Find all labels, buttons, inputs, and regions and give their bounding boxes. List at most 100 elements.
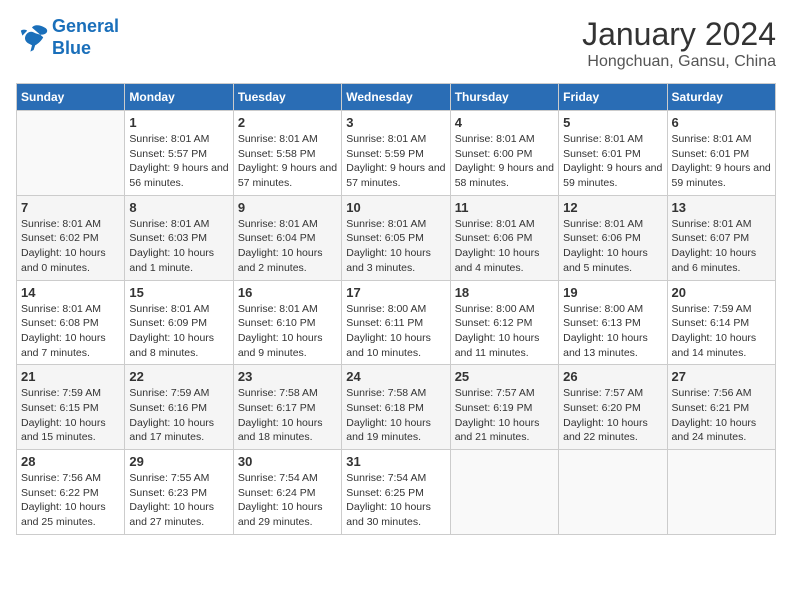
day-cell: 9 Sunrise: 8:01 AMSunset: 6:04 PMDaylight… (233, 195, 341, 280)
logo-icon (16, 24, 48, 52)
day-info: Sunrise: 7:57 AMSunset: 6:19 PMDaylight:… (455, 386, 554, 445)
day-number: 26 (563, 369, 662, 384)
day-cell: 7 Sunrise: 8:01 AMSunset: 6:02 PMDaylight… (17, 195, 125, 280)
day-number: 6 (672, 115, 771, 130)
day-info: Sunrise: 7:59 AMSunset: 6:15 PMDaylight:… (21, 386, 120, 445)
day-cell: 24 Sunrise: 7:58 AMSunset: 6:18 PMDayligh… (342, 365, 450, 450)
day-info: Sunrise: 7:58 AMSunset: 6:18 PMDaylight:… (346, 386, 445, 445)
day-number: 5 (563, 115, 662, 130)
day-number: 7 (21, 200, 120, 215)
page-header: General Blue January 2024 Hongchuan, Gan… (16, 16, 776, 71)
header-friday: Friday (559, 84, 667, 111)
day-info: Sunrise: 8:01 AMSunset: 6:01 PMDaylight:… (563, 132, 662, 191)
day-info: Sunrise: 8:01 AMSunset: 5:57 PMDaylight:… (129, 132, 228, 191)
day-number: 19 (563, 285, 662, 300)
day-cell: 31 Sunrise: 7:54 AMSunset: 6:25 PMDayligh… (342, 450, 450, 535)
day-cell: 30 Sunrise: 7:54 AMSunset: 6:24 PMDayligh… (233, 450, 341, 535)
day-number: 14 (21, 285, 120, 300)
day-info: Sunrise: 8:00 AMSunset: 6:11 PMDaylight:… (346, 302, 445, 361)
day-cell: 8 Sunrise: 8:01 AMSunset: 6:03 PMDaylight… (125, 195, 233, 280)
day-info: Sunrise: 7:55 AMSunset: 6:23 PMDaylight:… (129, 471, 228, 530)
day-cell: 25Sunrise: 7:57 AMSunset: 6:19 PMDayligh… (450, 365, 558, 450)
day-info: Sunrise: 7:54 AMSunset: 6:25 PMDaylight:… (346, 471, 445, 530)
day-number: 8 (129, 200, 228, 215)
day-info: Sunrise: 8:01 AMSunset: 6:05 PMDaylight:… (346, 217, 445, 276)
week-row-3: 14 Sunrise: 8:01 AMSunset: 6:08 PMDayligh… (17, 280, 776, 365)
day-cell (17, 111, 125, 196)
day-number: 31 (346, 454, 445, 469)
day-number: 13 (672, 200, 771, 215)
day-cell: 15Sunrise: 8:01 AMSunset: 6:09 PMDayligh… (125, 280, 233, 365)
header-thursday: Thursday (450, 84, 558, 111)
day-cell: 2Sunrise: 8:01 AMSunset: 5:58 PMDaylight… (233, 111, 341, 196)
day-number: 11 (455, 200, 554, 215)
day-number: 16 (238, 285, 337, 300)
day-number: 23 (238, 369, 337, 384)
header-sunday: Sunday (17, 84, 125, 111)
day-info: Sunrise: 8:01 AMSunset: 6:01 PMDaylight:… (672, 132, 771, 191)
day-number: 27 (672, 369, 771, 384)
day-cell: 29 Sunrise: 7:55 AMSunset: 6:23 PMDayligh… (125, 450, 233, 535)
day-info: Sunrise: 7:56 AMSunset: 6:21 PMDaylight:… (672, 386, 771, 445)
day-cell: 16 Sunrise: 8:01 AMSunset: 6:10 PMDayligh… (233, 280, 341, 365)
day-info: Sunrise: 8:01 AMSunset: 6:08 PMDaylight:… (21, 302, 120, 361)
day-info: Sunrise: 7:57 AMSunset: 6:20 PMDaylight:… (563, 386, 662, 445)
day-number: 20 (672, 285, 771, 300)
day-info: Sunrise: 8:00 AMSunset: 6:13 PMDaylight:… (563, 302, 662, 361)
day-number: 28 (21, 454, 120, 469)
day-number: 3 (346, 115, 445, 130)
week-row-5: 28Sunrise: 7:56 AMSunset: 6:22 PMDayligh… (17, 450, 776, 535)
month-title: January 2024 (582, 16, 776, 53)
day-number: 30 (238, 454, 337, 469)
day-number: 24 (346, 369, 445, 384)
day-number: 29 (129, 454, 228, 469)
day-cell: 22 Sunrise: 7:59 AMSunset: 6:16 PMDayligh… (125, 365, 233, 450)
day-info: Sunrise: 8:01 AMSunset: 6:00 PMDaylight:… (455, 132, 554, 191)
day-number: 17 (346, 285, 445, 300)
day-cell: 1 Sunrise: 8:01 AMSunset: 5:57 PMDaylight… (125, 111, 233, 196)
day-cell: 27 Sunrise: 7:56 AMSunset: 6:21 PMDayligh… (667, 365, 775, 450)
day-number: 4 (455, 115, 554, 130)
day-info: Sunrise: 7:54 AMSunset: 6:24 PMDaylight:… (238, 471, 337, 530)
day-cell: 4 Sunrise: 8:01 AMSunset: 6:00 PMDaylight… (450, 111, 558, 196)
day-info: Sunrise: 8:00 AMSunset: 6:12 PMDaylight:… (455, 302, 554, 361)
day-number: 18 (455, 285, 554, 300)
day-info: Sunrise: 8:01 AMSunset: 6:04 PMDaylight:… (238, 217, 337, 276)
day-number: 15 (129, 285, 228, 300)
day-info: Sunrise: 8:01 AMSunset: 6:03 PMDaylight:… (129, 217, 228, 276)
logo-text: General Blue (52, 16, 119, 59)
day-info: Sunrise: 8:01 AMSunset: 6:06 PMDaylight:… (455, 217, 554, 276)
day-cell: 14 Sunrise: 8:01 AMSunset: 6:08 PMDayligh… (17, 280, 125, 365)
day-number: 12 (563, 200, 662, 215)
day-cell: 23 Sunrise: 7:58 AMSunset: 6:17 PMDayligh… (233, 365, 341, 450)
logo: General Blue (16, 16, 119, 59)
location: Hongchuan, Gansu, China (582, 53, 776, 71)
day-info: Sunrise: 7:59 AMSunset: 6:16 PMDaylight:… (129, 386, 228, 445)
day-cell: 19 Sunrise: 8:00 AMSunset: 6:13 PMDayligh… (559, 280, 667, 365)
header-monday: Monday (125, 84, 233, 111)
day-number: 9 (238, 200, 337, 215)
day-cell: 26 Sunrise: 7:57 AMSunset: 6:20 PMDayligh… (559, 365, 667, 450)
day-cell: 20Sunrise: 7:59 AMSunset: 6:14 PMDayligh… (667, 280, 775, 365)
day-cell: 21Sunrise: 7:59 AMSunset: 6:15 PMDayligh… (17, 365, 125, 450)
day-info: Sunrise: 8:01 AMSunset: 6:07 PMDaylight:… (672, 217, 771, 276)
day-info: Sunrise: 8:01 AMSunset: 6:10 PMDaylight:… (238, 302, 337, 361)
day-cell (450, 450, 558, 535)
day-info: Sunrise: 8:01 AMSunset: 5:59 PMDaylight:… (346, 132, 445, 191)
day-cell: 5 Sunrise: 8:01 AMSunset: 6:01 PMDaylight… (559, 111, 667, 196)
day-cell: 17 Sunrise: 8:00 AMSunset: 6:11 PMDayligh… (342, 280, 450, 365)
header-saturday: Saturday (667, 84, 775, 111)
day-info: Sunrise: 7:58 AMSunset: 6:17 PMDaylight:… (238, 386, 337, 445)
day-cell: 18 Sunrise: 8:00 AMSunset: 6:12 PMDayligh… (450, 280, 558, 365)
day-info: Sunrise: 8:01 AMSunset: 6:02 PMDaylight:… (21, 217, 120, 276)
day-cell: 28Sunrise: 7:56 AMSunset: 6:22 PMDayligh… (17, 450, 125, 535)
day-cell (667, 450, 775, 535)
day-cell: 3 Sunrise: 8:01 AMSunset: 5:59 PMDaylight… (342, 111, 450, 196)
header-row: SundayMondayTuesdayWednesdayThursdayFrid… (17, 84, 776, 111)
header-tuesday: Tuesday (233, 84, 341, 111)
day-number: 22 (129, 369, 228, 384)
day-number: 1 (129, 115, 228, 130)
day-number: 2 (238, 115, 337, 130)
calendar-table: SundayMondayTuesdayWednesdayThursdayFrid… (16, 83, 776, 535)
day-cell (559, 450, 667, 535)
